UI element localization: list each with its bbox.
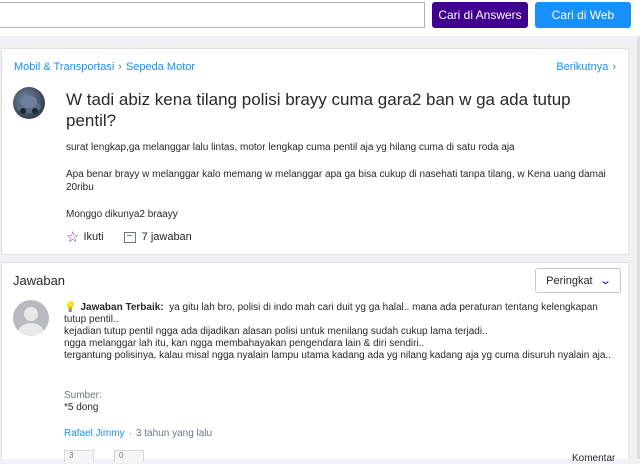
- answer-line: tergantung polisinya, kalau misal ngga n…: [64, 350, 612, 361]
- top-search-bar: Cari di Answers Cari di Web: [0, 0, 640, 36]
- answer-time: 3 tahun yang lalu: [135, 428, 213, 439]
- question-paragraph: Monggo dikunya2 braayy: [66, 209, 178, 220]
- lightbulb-icon: 💡: [64, 302, 77, 313]
- answer-meta: Rafael Jimmy · 3 tahun yang lalu: [64, 428, 212, 439]
- question-paragraph: surat lengkap,ga melanggar lalu lintas, …: [66, 142, 515, 153]
- search-answers-button[interactable]: Cari di Answers: [432, 2, 528, 28]
- question-body: surat lengkap,ga melanggar lalu lintas, …: [66, 141, 611, 235]
- answer-icon: [123, 231, 136, 243]
- follow-button[interactable]: ☆ Ikuti: [66, 228, 104, 246]
- source-value: *5 dong: [64, 402, 99, 413]
- car-avatar-image: [17, 96, 41, 114]
- vote-row: 3 0: [64, 450, 164, 462]
- chevron-right-icon: ›: [118, 61, 122, 73]
- search-input[interactable]: [0, 2, 425, 28]
- avatar-body-shape: [18, 323, 44, 336]
- next-link-label[interactable]: Berikutnya: [556, 61, 608, 73]
- answerer-avatar[interactable]: [13, 300, 49, 336]
- answer-line: ngga melanggar lah itu, kan ngga membaha…: [64, 338, 425, 349]
- next-question-link[interactable]: Berikutnya ›: [556, 61, 616, 73]
- breadcrumb: Mobil & Transportasi › Sepeda Motor: [14, 61, 195, 73]
- question-paragraph: Apa benar brayy w melanggar kalo memang …: [66, 169, 606, 193]
- answers-heading: Jawaban: [13, 273, 66, 288]
- question-card: Mobil & Transportasi › Sepeda Motor Beri…: [1, 48, 629, 255]
- answer-line: kejadian tutup pentil ngga ada dijadikan…: [64, 326, 488, 337]
- avatar-head-shape: [24, 307, 38, 321]
- question-title: W tadi abiz kena tilang polisi brayy cum…: [66, 90, 571, 130]
- answer-author-link[interactable]: Rafael Jimmy: [64, 428, 125, 439]
- star-icon: ☆: [66, 229, 80, 246]
- meta-separator: ·: [128, 428, 132, 439]
- answers-section: Jawaban Peringkat ⌄ 💡 Jawaban Terbaik: ya…: [1, 262, 629, 464]
- asker-avatar[interactable]: [13, 87, 45, 119]
- chevron-right-icon: ›: [612, 61, 616, 73]
- answers-count-button[interactable]: 7 jawaban: [123, 231, 192, 243]
- question-actions: ☆ Ikuti 7 jawaban: [66, 228, 212, 246]
- breadcrumb-subcategory-link[interactable]: Sepeda Motor: [126, 61, 195, 73]
- breadcrumb-category-link[interactable]: Mobil & Transportasi: [14, 61, 114, 73]
- source-label: Sumber:: [64, 390, 102, 401]
- search-web-button[interactable]: Cari di Web: [535, 2, 631, 28]
- thumbs-down-button[interactable]: 0: [114, 450, 144, 462]
- thumbs-up-button[interactable]: 3: [64, 450, 94, 462]
- answers-count-label[interactable]: 7 jawaban: [142, 231, 192, 243]
- chevron-down-icon: ⌄: [598, 275, 612, 287]
- sort-dropdown[interactable]: Peringkat ⌄: [535, 268, 621, 293]
- follow-label[interactable]: Ikuti: [83, 231, 103, 243]
- best-answer-body: 💡 Jawaban Terbaik: ya gitu lah bro, polis…: [64, 302, 614, 362]
- best-answer-label: Jawaban Terbaik:: [80, 302, 164, 313]
- sort-label[interactable]: Peringkat: [546, 275, 592, 287]
